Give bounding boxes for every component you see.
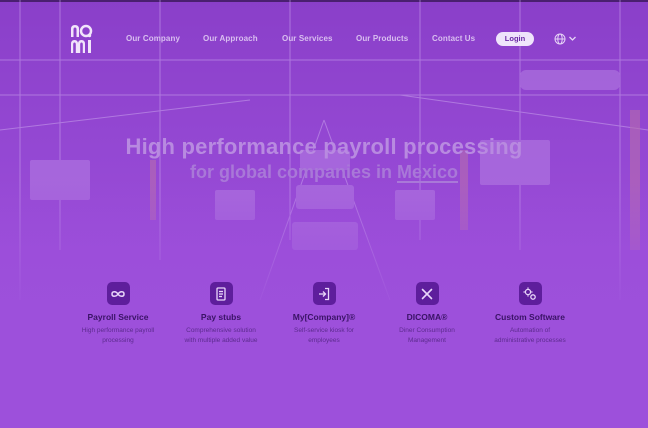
hero-headline: High performance payroll processing: [125, 134, 523, 159]
receipt-icon: [209, 282, 233, 305]
service-description-line: with multiple added value: [184, 336, 258, 344]
nav-link-our-products[interactable]: Our Products: [356, 34, 408, 43]
hero-subline-highlight[interactable]: Mexico: [397, 162, 458, 182]
chevron-down-icon[interactable]: [568, 34, 577, 43]
service-description: Diner Consumption Management: [367, 326, 487, 345]
top-nav: Our Company Our Approach Our Services Ou…: [0, 22, 648, 56]
login-icon: [312, 282, 336, 305]
service-description-line: Management: [408, 336, 446, 344]
globe-icon[interactable]: [554, 33, 566, 45]
service-description-line: administrative processes: [494, 336, 566, 344]
service-my-company[interactable]: My[Company]® Self-service kiosk for empl…: [264, 282, 384, 345]
service-dicoma[interactable]: DICOMA® Diner Consumption Management: [367, 282, 487, 345]
service-description: Automation of administrative processes: [470, 326, 590, 345]
service-custom-software[interactable]: Custom Software Automation of administra…: [470, 282, 590, 345]
service-payroll[interactable]: Payroll Service High performance payroll…: [58, 282, 178, 345]
service-description: High performance payroll processing: [58, 326, 178, 345]
service-title: DICOMA®: [406, 312, 448, 322]
nomi-logo[interactable]: [70, 24, 100, 54]
service-description-line: Comprehensive solution: [186, 327, 256, 334]
service-description: Self-service kiosk for employees: [264, 326, 384, 345]
nav-link-our-company[interactable]: Our Company: [126, 34, 180, 43]
service-description-line: employees: [308, 336, 340, 344]
service-description-line: Diner Consumption: [399, 327, 455, 334]
service-title: Payroll Service: [87, 312, 149, 322]
nav-link-our-services[interactable]: Our Services: [282, 34, 333, 43]
hero-subline-prefix: for global companies in: [189, 162, 397, 182]
service-title: Custom Software: [495, 312, 565, 322]
service-title: My[Company]®: [292, 312, 356, 322]
gears-icon: [518, 282, 542, 305]
service-description-line: Automation of: [509, 327, 551, 334]
service-description: Comprehensive solution with multiple add…: [161, 326, 281, 345]
login-button[interactable]: Login: [496, 32, 534, 46]
service-description-line: High performance payroll: [81, 327, 155, 334]
hero-section: Our Company Our Approach Our Services Ou…: [0, 0, 648, 428]
nav-link-contact-us[interactable]: Contact Us: [432, 34, 475, 43]
service-description-line: processing: [102, 336, 134, 344]
service-pay-stubs[interactable]: Pay stubs Comprehensive solution with mu…: [161, 282, 281, 345]
utensils-icon: [415, 282, 439, 305]
infinity-icon: [106, 282, 130, 305]
nav-link-our-approach[interactable]: Our Approach: [203, 34, 258, 43]
service-title: Pay stubs: [200, 312, 242, 322]
service-description-line: Self-service kiosk for: [294, 327, 354, 334]
hero-subline: for global companies in Mexico: [0, 162, 648, 183]
